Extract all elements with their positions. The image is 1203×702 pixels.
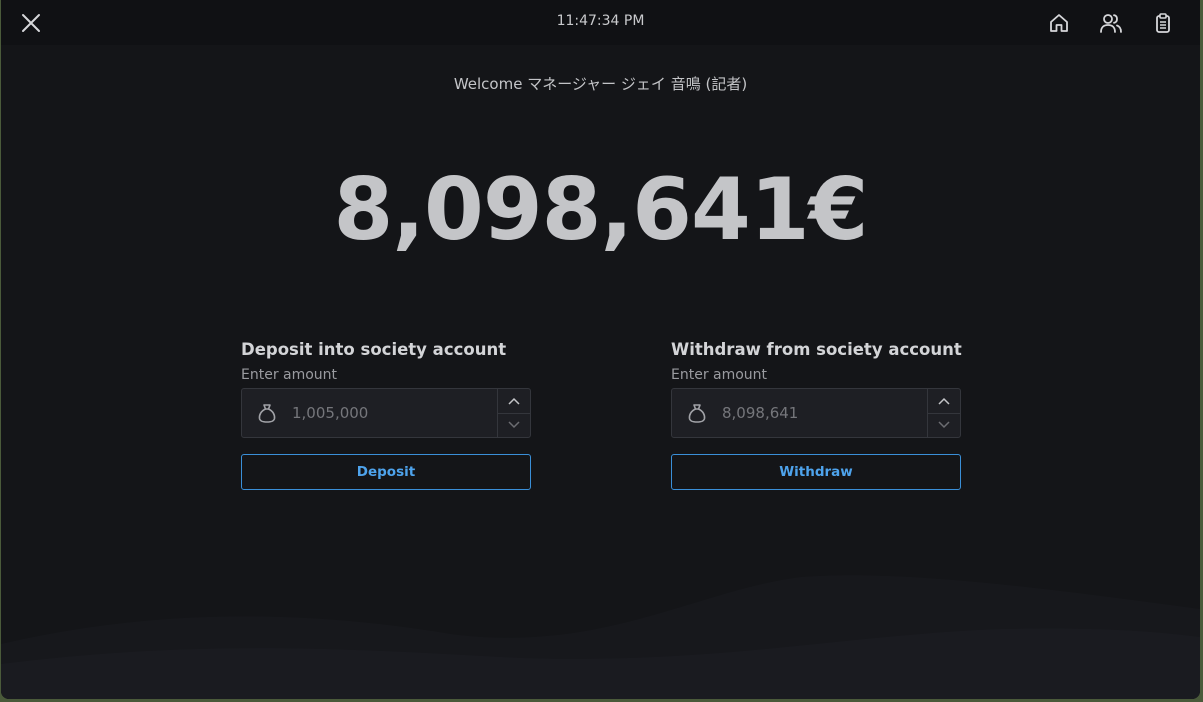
money-bag-icon (258, 404, 276, 423)
clipboard-icon (1156, 13, 1170, 33)
withdraw-amount-stepper (927, 389, 960, 437)
home-icon (1050, 14, 1068, 32)
chevron-up-icon (508, 397, 520, 405)
withdraw-amount-input[interactable] (722, 389, 922, 437)
deposit-increment-button[interactable] (498, 389, 530, 414)
deposit-button[interactable]: Deposit (241, 454, 531, 490)
employees-button[interactable] (1097, 9, 1125, 37)
grades-button[interactable] (1149, 9, 1177, 37)
home-button[interactable] (1045, 9, 1073, 37)
deposit-amount-box (241, 388, 531, 438)
deposit-amount-label: Enter amount (241, 367, 338, 383)
clock-time: 11:47:34 PM (556, 13, 645, 29)
top-bar: 11:47:34 PM (1, 0, 1200, 45)
society-bank-window: 11:47:34 PM Welcome マネージャー ジェイ 音鳴 (記者) 8… (1, 0, 1200, 699)
deposit-amount-stepper (497, 389, 530, 437)
withdraw-increment-button[interactable] (928, 389, 960, 414)
chevron-down-icon (508, 421, 520, 429)
background-waves (1, 575, 1200, 699)
withdraw-amount-label: Enter amount (671, 367, 768, 383)
deposit-title: Deposit into society account (241, 340, 507, 359)
withdraw-title: Withdraw from society account (671, 340, 962, 359)
money-bag-icon (688, 404, 706, 423)
society-balance: 8,098,641€ (333, 160, 868, 260)
withdraw-amount-box (671, 388, 961, 438)
chevron-down-icon (938, 421, 950, 429)
withdraw-decrement-button[interactable] (928, 414, 960, 438)
withdraw-button[interactable]: Withdraw (671, 454, 961, 490)
welcome-message: Welcome マネージャー ジェイ 音鳴 (記者) (453, 75, 748, 93)
deposit-amount-input[interactable] (292, 389, 492, 437)
users-icon (1100, 14, 1122, 33)
withdraw-panel: Withdraw from society account Enter amou… (671, 339, 962, 490)
deposit-panel: Deposit into society account Enter amoun… (241, 339, 531, 490)
chevron-up-icon (938, 397, 950, 405)
deposit-decrement-button[interactable] (498, 414, 530, 438)
